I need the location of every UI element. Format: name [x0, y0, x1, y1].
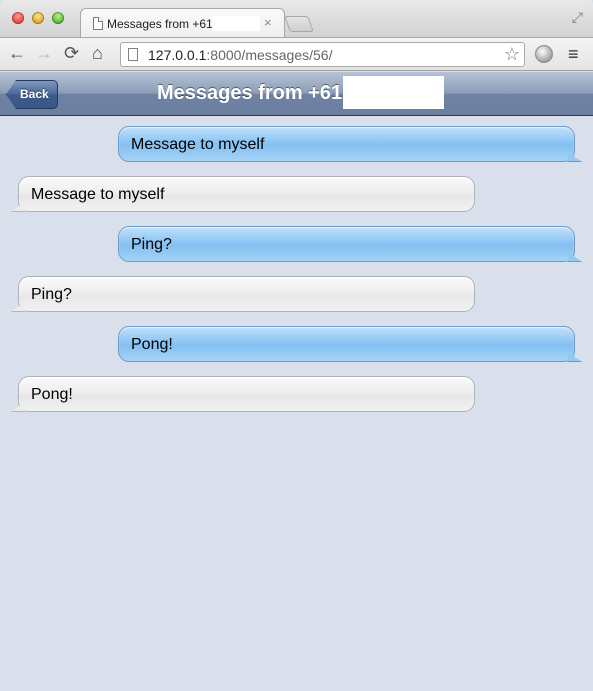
- message-bubble-sent: Message to myself: [118, 126, 582, 162]
- message-text: Ping?: [131, 236, 172, 253]
- redaction-box: [343, 76, 444, 109]
- extension-icon[interactable]: [535, 45, 553, 63]
- star-icon[interactable]: ☆: [504, 44, 520, 65]
- message-bubble-received: Message to myself: [11, 176, 475, 212]
- address-bar[interactable]: 127.0.0.1:8000/messages/56/ ☆: [120, 42, 525, 67]
- forward-arrow-icon[interactable]: →: [35, 43, 53, 64]
- message-text: Pong!: [31, 386, 73, 403]
- browser-toolbar: ← → ⟳ ⌂ 127.0.0.1:8000/messages/56/ ☆ ≡: [0, 37, 593, 71]
- bubble-tail: [568, 352, 582, 362]
- close-window-button[interactable]: [12, 12, 24, 24]
- message-text: Message to myself: [31, 186, 165, 203]
- app-header: Back Messages from +61: [0, 72, 593, 116]
- menu-icon[interactable]: ≡: [568, 44, 579, 65]
- page-title: Messages from +61: [157, 82, 343, 104]
- url-text[interactable]: 127.0.0.1:8000/messages/56/: [148, 47, 332, 63]
- new-tab-button[interactable]: [284, 16, 314, 32]
- bubble-tail: [11, 202, 25, 212]
- message-text: Pong!: [131, 336, 173, 353]
- bubble-tail: [11, 402, 25, 412]
- browser-window: Messages from +61 × ⤢ ← → ⟳ ⌂ 127.0.0.1:…: [0, 0, 593, 691]
- message-bubble-sent: Ping?: [118, 226, 582, 262]
- page-icon: [128, 48, 138, 61]
- url-host: 127.0.0.1: [148, 47, 207, 63]
- page-icon: [93, 17, 103, 30]
- bubble-tail: [568, 152, 582, 162]
- bubble-tail: [11, 302, 25, 312]
- close-icon[interactable]: ×: [264, 15, 272, 30]
- tab-strip: Messages from +61 × ⤢: [0, 0, 593, 38]
- bubble-tail: [568, 252, 582, 262]
- fullscreen-icon[interactable]: ⤢: [572, 9, 583, 26]
- tab-messages[interactable]: Messages from +61 ×: [80, 8, 285, 38]
- back-button[interactable]: Back: [6, 80, 58, 109]
- back-button-label: Back: [20, 87, 49, 101]
- message-text: Ping?: [31, 286, 72, 303]
- reload-icon[interactable]: ⟳: [64, 43, 79, 64]
- home-icon[interactable]: ⌂: [92, 43, 103, 64]
- message-text: Message to myself: [131, 136, 265, 153]
- zoom-window-button[interactable]: [52, 12, 64, 24]
- message-bubble-sent: Pong!: [118, 326, 582, 362]
- redaction-box: [212, 16, 260, 31]
- minimize-window-button[interactable]: [32, 12, 44, 24]
- message-bubble-received: Pong!: [11, 376, 475, 412]
- message-list: Message to myself Message to myself Ping…: [0, 117, 593, 691]
- back-arrow-icon[interactable]: ←: [8, 43, 26, 64]
- url-path: :8000/messages/56/: [206, 47, 333, 63]
- tab-title: Messages from +61: [107, 17, 213, 31]
- message-bubble-received: Ping?: [11, 276, 475, 312]
